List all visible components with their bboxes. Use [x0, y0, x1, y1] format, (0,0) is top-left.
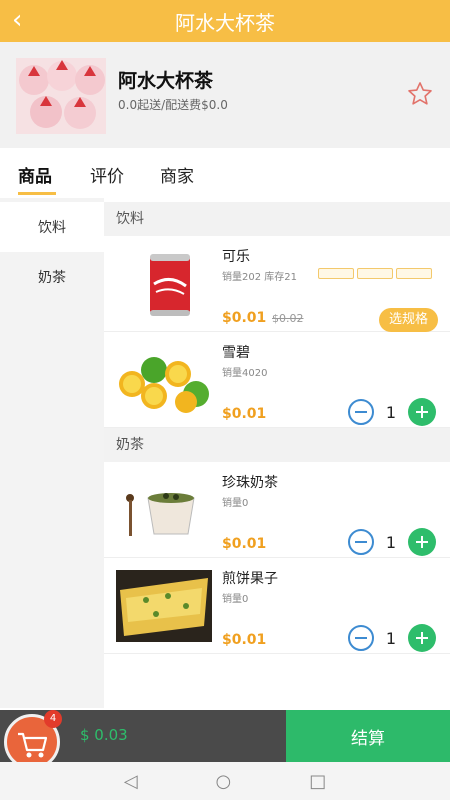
tab-bar: 商品 评价 商家	[0, 150, 450, 198]
choose-spec-button[interactable]: 选规格	[378, 308, 438, 332]
limes-image	[116, 344, 212, 416]
cart-total: $ 0.03	[80, 726, 128, 744]
back-icon[interactable]: ◁	[124, 771, 138, 792]
product-item: 雪碧 销量4020 $0.01 1	[104, 332, 450, 428]
tab-reviews[interactable]: 评价	[90, 162, 124, 187]
original-price: $0.02	[272, 312, 304, 325]
product-name: 煎饼果子	[222, 571, 278, 587]
category-sidebar: 饮料 奶茶	[0, 198, 104, 708]
quantity-stepper: 1	[348, 528, 436, 556]
quantity-value: 1	[385, 532, 397, 552]
recents-icon[interactable]: □	[309, 771, 326, 792]
product-price: $0.01	[222, 536, 267, 552]
quantity-value: 1	[385, 402, 397, 422]
product-list: 饮料 可乐 销量202 库存21 $0.01 $0.02 选规格 雪碧 销量40…	[104, 198, 450, 708]
checkout-button[interactable]: 结算	[286, 710, 450, 762]
product-item: 珍珠奶茶 销量0 $0.01 1	[104, 462, 450, 558]
section-header: 奶茶	[104, 428, 450, 462]
cola-can-image	[116, 248, 212, 320]
product-item: 煎饼果子 销量0 $0.01 1	[104, 558, 450, 654]
category-drinks[interactable]: 饮料	[0, 202, 104, 252]
cart-bar: 4 $ 0.03 结算	[0, 710, 450, 770]
product-sales: 销量0	[222, 498, 249, 509]
product-tags	[318, 268, 432, 279]
delivery-fee: 0.0起送/配送费$0.0	[118, 98, 228, 112]
jianbing-image	[116, 570, 212, 642]
tab-merchant[interactable]: 商家	[160, 162, 194, 187]
promo-tag	[357, 268, 393, 279]
product-name: 可乐	[222, 249, 250, 265]
quantity-stepper: 1	[348, 398, 436, 426]
minus-icon[interactable]	[348, 625, 374, 651]
quantity-value: 1	[385, 628, 397, 648]
shop-info: 阿水大杯茶 0.0起送/配送费$0.0	[0, 42, 450, 148]
shop-page: ‹ 阿水大杯茶 阿水大杯茶 0.0起送/配送费$0.0 商品 评价 商家 饮料 …	[0, 0, 450, 800]
quantity-stepper: 1	[348, 624, 436, 652]
home-icon[interactable]: ○	[216, 771, 232, 792]
product-price: $0.01	[222, 406, 267, 422]
plus-icon[interactable]	[408, 624, 436, 652]
product-price: $0.01	[222, 632, 267, 648]
product-price: $0.01	[222, 310, 267, 326]
tab-products[interactable]: 商品	[18, 162, 52, 187]
minus-icon[interactable]	[348, 529, 374, 555]
plus-icon[interactable]	[408, 528, 436, 556]
star-outline-icon[interactable]	[406, 80, 434, 112]
product-sales: 销量202 库存21	[222, 272, 297, 283]
bubble-tea-image	[116, 474, 212, 546]
product-item: 可乐 销量202 库存21 $0.01 $0.02 选规格	[104, 236, 450, 332]
plus-icon[interactable]	[408, 398, 436, 426]
page-title: 阿水大杯茶	[175, 10, 275, 35]
chevron-left-icon[interactable]: ‹	[12, 4, 22, 36]
product-sales: 销量4020	[222, 368, 268, 379]
shop-name: 阿水大杯茶	[118, 70, 214, 92]
system-nav-bar: ◁ ○ □	[0, 762, 450, 800]
promo-tag	[396, 268, 432, 279]
active-tab-indicator	[18, 192, 56, 195]
product-sales: 销量0	[222, 594, 249, 605]
product-name: 雪碧	[222, 345, 250, 361]
promo-tag	[318, 268, 354, 279]
shop-logo	[16, 58, 106, 134]
minus-icon[interactable]	[348, 399, 374, 425]
product-name: 珍珠奶茶	[222, 475, 278, 491]
app-header: ‹ 阿水大杯茶	[0, 0, 450, 42]
cart-count-badge: 4	[44, 710, 62, 728]
category-milk-tea[interactable]: 奶茶	[0, 252, 104, 302]
section-header: 饮料	[104, 202, 450, 236]
